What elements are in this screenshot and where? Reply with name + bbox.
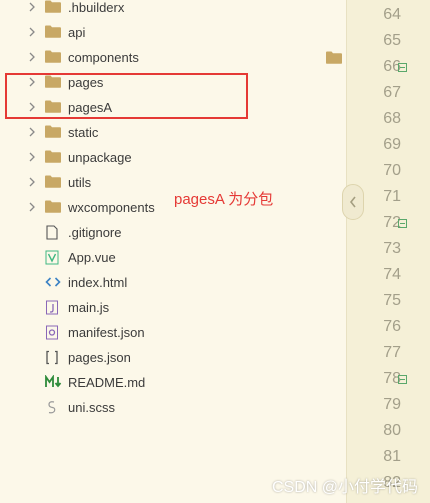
line-number: 77 (383, 344, 401, 361)
line-number: 70 (383, 162, 401, 179)
scss-icon (45, 400, 61, 414)
chevron-right-icon[interactable] (28, 126, 38, 138)
fold-toggle-icon[interactable] (398, 375, 407, 384)
item-label: wxcomponents (68, 200, 155, 215)
folder-item-hbuilderx[interactable]: .hbuilderx (0, 0, 346, 20)
file-icon (45, 225, 61, 240)
item-label: manifest.json (68, 325, 145, 340)
line-number: 68 (383, 110, 401, 127)
manifest-icon (45, 325, 61, 340)
annotation-text: pagesA 为分包 (174, 191, 274, 208)
line-number: 64 (383, 6, 401, 23)
folder-icon (45, 175, 61, 189)
line-number: 81 (383, 448, 401, 465)
line-number: 78 (383, 370, 401, 387)
folder-icon (45, 125, 61, 139)
item-label: static (68, 125, 99, 140)
folder-icon (45, 25, 61, 39)
folder-icon (326, 51, 342, 64)
item-label: index.html (68, 275, 128, 290)
line-number: 71 (383, 188, 401, 205)
item-label: components (68, 50, 139, 65)
chevron-right-icon[interactable] (28, 26, 38, 38)
line-number: 65 (383, 32, 401, 49)
folder-item-api[interactable]: api (0, 20, 346, 45)
line-number: 66 (383, 58, 401, 75)
folder-icon (45, 150, 61, 164)
line-number: 75 (383, 292, 401, 309)
folder-icon (45, 200, 61, 214)
item-label: api (68, 25, 86, 40)
item-label: unpackage (68, 150, 132, 165)
line-number: 76 (383, 318, 401, 335)
chevron-right-icon[interactable] (28, 51, 38, 63)
chevron-right-icon[interactable] (28, 176, 38, 188)
watermark: CSDN @小付学代码 (271, 479, 418, 496)
file-item-readme-md[interactable]: README.md (0, 370, 346, 395)
folder-item-utils[interactable]: utils (0, 170, 346, 195)
folder-item-unpackage[interactable]: unpackage (0, 145, 346, 170)
markdown-icon (45, 374, 62, 389)
fold-toggle-icon[interactable] (398, 219, 407, 228)
item-label: pages.json (68, 350, 131, 365)
line-number: 79 (383, 396, 401, 413)
line-number: 74 (383, 266, 401, 283)
file-item-main-js[interactable]: main.js (0, 295, 346, 320)
item-label: utils (68, 175, 92, 190)
vue-icon (45, 250, 61, 265)
chevron-right-icon[interactable] (28, 151, 38, 163)
item-label: .hbuilderx (68, 0, 125, 15)
chevron-right-icon[interactable] (28, 201, 38, 213)
item-label: uni.scss (68, 400, 115, 415)
chevron-left-icon (349, 196, 356, 208)
folder-icon (45, 50, 61, 64)
file-item-manifest-json[interactable]: manifest.json (0, 320, 346, 345)
item-label: main.js (68, 300, 110, 315)
file-item-pages-json[interactable]: pages.json (0, 345, 346, 370)
line-number: 73 (383, 240, 401, 257)
folder-icon (45, 0, 61, 14)
item-label: README.md (68, 375, 146, 390)
folder-item-static[interactable]: static (0, 120, 346, 145)
chevron-right-icon[interactable] (28, 1, 38, 13)
line-number: 80 (383, 422, 401, 439)
folder-item-components[interactable]: components (0, 45, 346, 70)
html-icon (45, 275, 61, 289)
item-label: App.vue (68, 250, 116, 265)
file-item-uni-scss[interactable]: uni.scss (0, 395, 346, 420)
js-icon (45, 300, 61, 315)
line-number-gutter: 64 65 66 67 68 69 70 71 72 73 74 75 76 77 78 79 80 81 82 (346, 0, 430, 503)
line-number: 67 (383, 84, 401, 101)
item-label: .gitignore (68, 225, 122, 240)
collapse-sidebar-button[interactable] (342, 184, 364, 220)
json-icon (45, 350, 61, 365)
line-number: 72 (383, 214, 401, 231)
line-number: 69 (383, 136, 401, 153)
highlight-box (5, 73, 248, 119)
fold-toggle-icon[interactable] (398, 63, 407, 72)
file-item-gitignore[interactable]: .gitignore (0, 220, 346, 245)
file-item-app-vue[interactable]: App.vue (0, 245, 346, 270)
file-item-index-html[interactable]: index.html (0, 270, 346, 295)
folder-item-wxcomponents[interactable]: wxcomponents (0, 195, 346, 220)
